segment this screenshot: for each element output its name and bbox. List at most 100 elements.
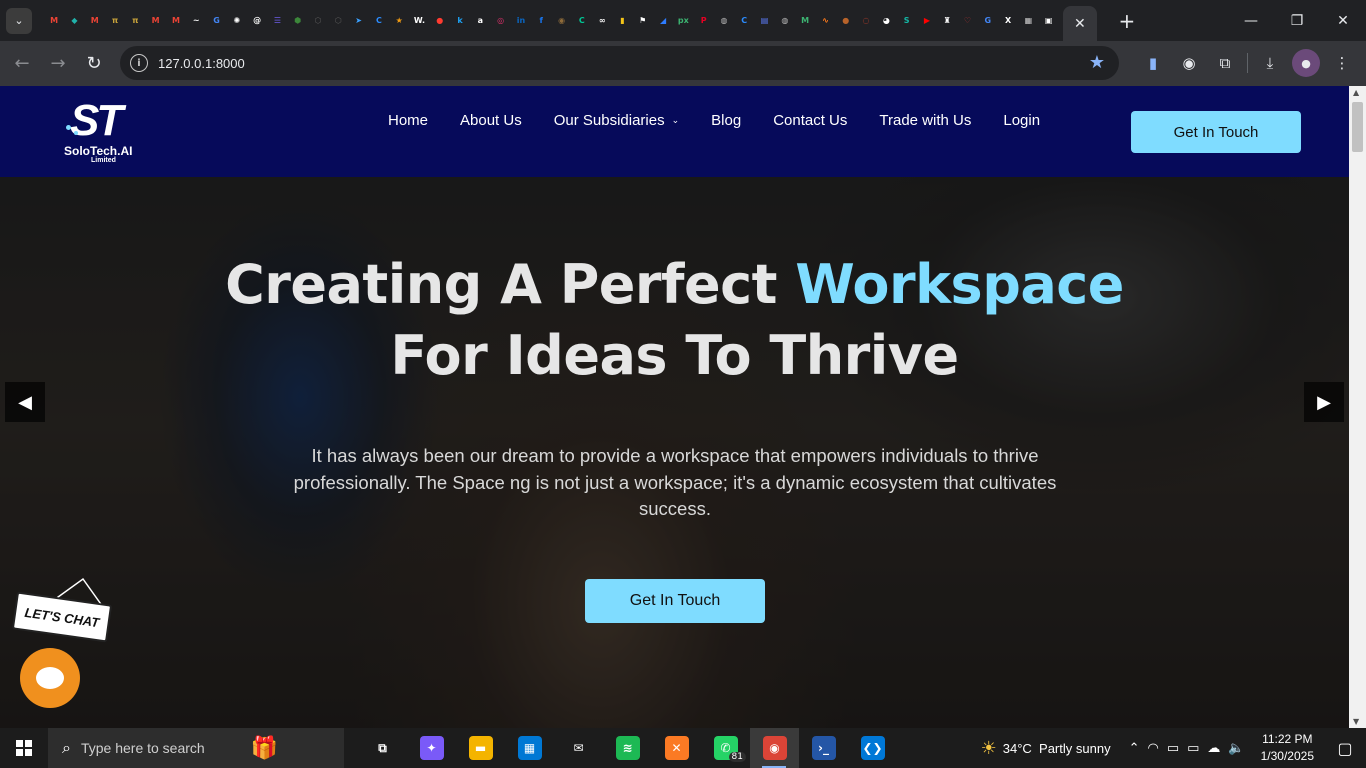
extensions-puzzle-icon[interactable]: ⧉ bbox=[1211, 49, 1239, 77]
pinned-tab[interactable]: ◍ bbox=[775, 0, 795, 41]
nav-link-contact-us[interactable]: Contact Us bbox=[773, 112, 847, 129]
pinned-tab[interactable]: M bbox=[145, 0, 165, 41]
nav-link-blog[interactable]: Blog bbox=[711, 112, 741, 129]
pinned-tab[interactable]: ~ bbox=[186, 0, 206, 41]
profile-avatar[interactable]: ● bbox=[1292, 49, 1320, 77]
page-scrollbar[interactable]: ▲ ▼ bbox=[1349, 86, 1366, 728]
pinned-tab[interactable]: ▦ bbox=[1018, 0, 1038, 41]
document-extension-icon[interactable]: ▮ bbox=[1139, 49, 1167, 77]
taskbar-search[interactable]: ⌕ Type here to search 🎁 bbox=[48, 728, 344, 768]
address-bar[interactable]: i 127.0.0.1:8000 ★ bbox=[120, 46, 1119, 80]
bookmark-star-icon[interactable]: ★ bbox=[1089, 52, 1105, 73]
pinned-tab[interactable]: ⬢ bbox=[288, 0, 308, 41]
nav-link-trade-with-us[interactable]: Trade with Us bbox=[879, 112, 971, 129]
taskbar-app[interactable]: ✆ 81 bbox=[701, 728, 750, 768]
pinned-tab[interactable]: G bbox=[206, 0, 226, 41]
taskbar-app[interactable]: ▦ bbox=[505, 728, 554, 768]
pinned-tab[interactable]: π bbox=[105, 0, 125, 41]
taskbar-app[interactable]: ❮❯ bbox=[848, 728, 897, 768]
taskbar-app[interactable]: ✦ bbox=[407, 728, 456, 768]
chat-launcher-button[interactable] bbox=[20, 648, 80, 708]
pinned-tab[interactable]: W. bbox=[409, 0, 429, 41]
pinned-tab[interactable]: ⬡ bbox=[328, 0, 348, 41]
new-tab-button[interactable]: + bbox=[1113, 7, 1141, 35]
gift-icon[interactable]: 🎁 bbox=[251, 736, 278, 761]
pinned-tab[interactable]: ∞ bbox=[592, 0, 612, 41]
url-text[interactable]: 127.0.0.1:8000 bbox=[158, 56, 245, 71]
minimize-button[interactable]: — bbox=[1228, 0, 1274, 41]
pinned-tab[interactable]: ● bbox=[836, 0, 856, 41]
pinned-tab[interactable]: ♜ bbox=[937, 0, 957, 41]
pinned-tab[interactable]: G bbox=[978, 0, 998, 41]
pinned-tab[interactable]: ◆ bbox=[64, 0, 84, 41]
site-logo[interactable]: ST SoloTech.AI Limited bbox=[64, 99, 160, 167]
pinned-tab[interactable]: M bbox=[44, 0, 64, 41]
pinned-tab[interactable]: ▮ bbox=[612, 0, 632, 41]
battery-icon[interactable]: ▭ bbox=[1187, 741, 1199, 756]
wave-extension-icon[interactable]: ◉ bbox=[1175, 49, 1203, 77]
taskbar-app[interactable]: ›_ bbox=[799, 728, 848, 768]
pinned-tab[interactable]: in bbox=[511, 0, 531, 41]
pinned-tab[interactable]: S bbox=[896, 0, 916, 41]
pinned-tab[interactable]: P bbox=[694, 0, 714, 41]
pinned-tab[interactable]: ◍ bbox=[714, 0, 734, 41]
downloads-icon[interactable]: ⤓ bbox=[1256, 49, 1284, 77]
pinned-tab[interactable]: ★ bbox=[389, 0, 409, 41]
nav-link-home[interactable]: Home bbox=[388, 112, 428, 129]
pinned-tab[interactable]: ⬡ bbox=[308, 0, 328, 41]
pinned-tab[interactable]: @ bbox=[247, 0, 267, 41]
volume-icon[interactable]: 🔈 bbox=[1228, 741, 1244, 756]
close-tab-icon[interactable]: ✕ bbox=[1074, 16, 1086, 32]
notification-center-icon[interactable]: ▢ bbox=[1330, 739, 1360, 758]
taskbar-app[interactable]: ▬ bbox=[456, 728, 505, 768]
nav-link-our-subsidiaries[interactable]: Our Subsidiaries ⌄ bbox=[554, 112, 679, 129]
forward-button[interactable]: → bbox=[40, 46, 76, 82]
pinned-tab[interactable]: k bbox=[450, 0, 470, 41]
menu-kebab-icon[interactable]: ⋮ bbox=[1328, 49, 1356, 77]
pinned-tab[interactable]: ▶ bbox=[917, 0, 937, 41]
scroll-down-icon[interactable]: ▼ bbox=[1353, 717, 1359, 726]
pinned-tab[interactable]: ◕ bbox=[876, 0, 896, 41]
header-get-in-touch-button[interactable]: Get In Touch bbox=[1131, 111, 1301, 153]
cloud-icon[interactable]: ☁ bbox=[1207, 741, 1220, 756]
taskbar-app[interactable]: ✕ bbox=[652, 728, 701, 768]
pinned-tab[interactable]: ⚑ bbox=[633, 0, 653, 41]
pinned-tab[interactable]: ✺ bbox=[227, 0, 247, 41]
pinned-tab[interactable]: ∿ bbox=[815, 0, 835, 41]
chevron-up-icon[interactable]: ⌃ bbox=[1129, 741, 1140, 756]
taskbar-app[interactable]: ✉ bbox=[554, 728, 603, 768]
pinned-tab[interactable]: C bbox=[369, 0, 389, 41]
back-button[interactable]: ← bbox=[4, 46, 40, 82]
taskbar-app[interactable]: ≋ bbox=[603, 728, 652, 768]
pinned-tab[interactable]: ◉ bbox=[551, 0, 571, 41]
reload-button[interactable]: ↻ bbox=[76, 46, 112, 82]
slider-next-button[interactable]: ▶ bbox=[1304, 382, 1344, 422]
pinned-tab[interactable]: ♡ bbox=[957, 0, 977, 41]
pinned-tab[interactable]: X bbox=[998, 0, 1018, 41]
meet-now-icon[interactable]: ▭ bbox=[1167, 741, 1179, 756]
pinned-tab[interactable]: ☰ bbox=[267, 0, 287, 41]
close-window-button[interactable]: ✕ bbox=[1320, 0, 1366, 41]
taskbar-app[interactable]: ◉ bbox=[750, 728, 799, 768]
pinned-tab[interactable]: a bbox=[470, 0, 490, 41]
scroll-up-icon[interactable]: ▲ bbox=[1353, 88, 1359, 97]
pinned-tab[interactable]: ▤ bbox=[754, 0, 774, 41]
slider-prev-button[interactable]: ◀ bbox=[5, 382, 45, 422]
pinned-tab[interactable]: ▣ bbox=[1039, 0, 1059, 41]
pinned-tab[interactable]: f bbox=[531, 0, 551, 41]
active-tab[interactable]: ✕ bbox=[1062, 6, 1097, 41]
pinned-tab[interactable]: ➤ bbox=[348, 0, 368, 41]
pinned-tab[interactable]: C bbox=[572, 0, 592, 41]
clock[interactable]: 11:22 PM 1/30/2025 bbox=[1261, 731, 1314, 765]
pinned-tab[interactable]: M bbox=[166, 0, 186, 41]
restore-button[interactable]: ❐ bbox=[1274, 0, 1320, 41]
weather-widget[interactable]: ☀ 34°C Partly sunny bbox=[981, 738, 1111, 759]
pinned-tab[interactable]: M bbox=[795, 0, 815, 41]
start-button[interactable] bbox=[0, 728, 48, 768]
nav-link-login[interactable]: Login bbox=[1003, 112, 1040, 129]
pinned-tab[interactable]: M bbox=[85, 0, 105, 41]
pinned-tab[interactable]: ● bbox=[430, 0, 450, 41]
pinned-tab[interactable]: ◌ bbox=[856, 0, 876, 41]
pinned-tab[interactable]: ◢ bbox=[653, 0, 673, 41]
hero-get-in-touch-button[interactable]: Get In Touch bbox=[585, 579, 765, 623]
